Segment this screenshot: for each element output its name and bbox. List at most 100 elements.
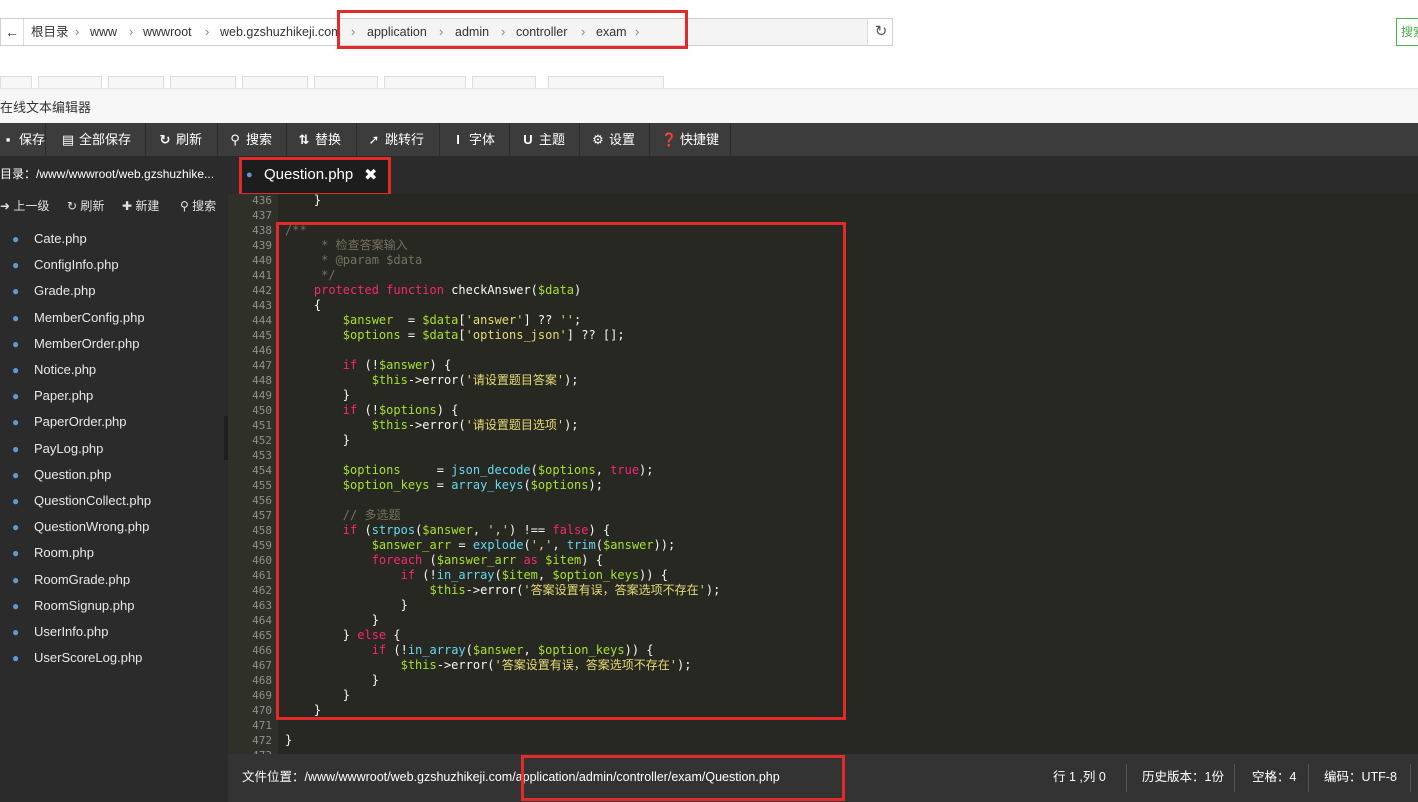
line-number: 452 — [252, 434, 272, 447]
shortcuts-button[interactable]: ❓ 快捷键 — [661, 123, 731, 156]
file-item[interactable]: ● PaperOrder.php — [12, 409, 127, 435]
status-divider — [1234, 764, 1235, 792]
line-number: 438 — [252, 224, 272, 237]
file-item[interactable]: ● ConfigInfo.php — [12, 252, 119, 278]
history-versions[interactable]: 历史版本：1份 — [1142, 754, 1224, 802]
line-number: 472 — [252, 734, 272, 747]
save-button[interactable]: ▪ 保存 — [0, 123, 46, 156]
gear-icon: ⚙ — [592, 132, 604, 147]
line-number: 460 — [252, 554, 272, 567]
font-button[interactable]: I 字体 — [450, 123, 510, 156]
file-item[interactable]: ● Grade.php — [12, 278, 95, 304]
file-name: Cate.php — [34, 231, 87, 246]
goto-icon: ➚ — [368, 132, 380, 147]
line-number: 450 — [252, 404, 272, 417]
sidebar-actions: ➜ 上一级 ↻ 刷新 ✚ 新建 ⚲ 搜索 — [0, 194, 228, 218]
line-number: 458 — [252, 524, 272, 537]
file-name: UserInfo.php — [34, 624, 109, 639]
file-name: RoomSignup.php — [34, 597, 135, 613]
search-icon: ⚲ — [180, 199, 189, 213]
theme-icon: U — [523, 132, 533, 147]
file-name: Room.php — [34, 545, 94, 561]
line-number: 470 — [252, 704, 272, 717]
file-item[interactable]: ● Question.php — [12, 462, 111, 488]
replace-icon: ⇅ — [298, 132, 310, 147]
file-name: ConfigInfo.php — [34, 257, 119, 273]
line-number: 453 — [252, 449, 272, 462]
file-name: MemberOrder.php — [34, 335, 140, 351]
editor-title: 在线文本编辑器 — [0, 100, 92, 115]
breadcrumb-www[interactable]: www — [90, 19, 117, 45]
highlight-tab-box — [239, 157, 391, 196]
refresh-icon[interactable]: ↻ — [867, 19, 894, 45]
file-item[interactable]: ● Room.php — [12, 540, 94, 566]
php-file-icon: ● — [12, 258, 20, 273]
file-item[interactable]: ● QuestionCollect.php — [12, 488, 151, 514]
line-number: 442 — [252, 284, 272, 297]
file-item[interactable]: ● MemberConfig.php — [12, 305, 145, 331]
file-item[interactable]: ● UserInfo.php — [12, 619, 108, 645]
theme-button[interactable]: U 主题 — [520, 123, 580, 156]
code-line: } — [285, 733, 293, 747]
file-item[interactable]: ● MemberOrder.php — [12, 331, 140, 357]
file-tree-sidebar: 目录：/www/wwwroot/web.gzshuzhike... ➜ 上一级 … — [0, 156, 228, 802]
file-item[interactable]: ● RoomSignup.php — [12, 593, 134, 619]
line-number: 463 — [252, 599, 272, 612]
file-item[interactable]: ● PayLog.php — [12, 436, 103, 462]
breadcrumb-site[interactable]: web.gzshuzhikeji.com — [220, 19, 338, 45]
file-item[interactable]: ● UserScoreLog.php — [12, 645, 142, 671]
file-item[interactable]: ● Paper.php — [12, 383, 93, 409]
line-number: 443 — [252, 299, 272, 312]
go-up-button[interactable]: ➜ 上一级 — [0, 194, 49, 218]
new-file-button[interactable]: ✚ 新建 — [122, 194, 159, 218]
file-item[interactable]: ● Notice.php — [12, 357, 96, 383]
back-arrow-icon[interactable]: ← — [1, 19, 24, 45]
php-file-icon: ● — [12, 415, 20, 430]
php-file-icon: ● — [12, 651, 20, 666]
file-item[interactable]: ● Cate.php — [12, 226, 87, 252]
line-number: 454 — [252, 464, 272, 477]
search-button[interactable]: 搜索 — [1396, 18, 1418, 46]
php-file-icon: ● — [12, 284, 20, 299]
line-number: 440 — [252, 254, 272, 267]
line-number: 462 — [252, 584, 272, 597]
line-number: 448 — [252, 374, 272, 387]
php-file-icon: ● — [12, 572, 20, 587]
theme-label: 主题 — [539, 132, 566, 147]
php-file-icon: ● — [12, 494, 20, 508]
question-icon: ❓ — [661, 132, 678, 147]
replace-button[interactable]: ⇅ 替换 — [296, 123, 357, 156]
refresh-button[interactable]: ↻ 刷新 — [157, 123, 218, 156]
php-file-icon: ● — [12, 232, 20, 246]
go-up-label: 上一级 — [13, 199, 50, 213]
line-number: 471 — [252, 719, 272, 732]
php-file-icon: ● — [12, 363, 20, 377]
line-number: 456 — [252, 494, 272, 507]
sidebar-refresh-button[interactable]: ↻ 刷新 — [67, 194, 104, 218]
line-number: 465 — [252, 629, 272, 642]
line-number: 446 — [252, 344, 272, 357]
line-number: 464 — [252, 614, 272, 627]
line-number: 436 — [252, 194, 272, 207]
breadcrumb-root[interactable]: 根目录 — [31, 19, 69, 45]
sidebar-search-button[interactable]: ⚲ 搜索 — [180, 194, 216, 218]
arrow-up-icon: ➜ — [0, 199, 11, 213]
save-all-button[interactable]: ▤ 全部保存 — [60, 123, 146, 156]
indent-setting[interactable]: 空格：4 — [1252, 754, 1296, 802]
settings-label: 设置 — [609, 132, 636, 147]
php-file-icon: ● — [12, 546, 20, 561]
php-file-icon: ● — [12, 389, 20, 404]
search-button[interactable]: ⚲ 搜索 — [227, 123, 287, 156]
file-item[interactable]: ● QuestionWrong.php — [12, 514, 149, 540]
line-number: 447 — [252, 359, 272, 372]
line-number: 445 — [252, 329, 272, 342]
encoding-setting[interactable]: 编码：UTF-8 — [1324, 754, 1397, 802]
settings-button[interactable]: ⚙ 设置 — [590, 123, 650, 156]
php-file-icon: ● — [12, 520, 20, 535]
editor-title-bar: 在线文本编辑器 — [0, 88, 1418, 123]
breadcrumb-wwwroot[interactable]: wwwroot — [143, 19, 192, 45]
line-number: 439 — [252, 239, 272, 252]
goto-line-button[interactable]: ➚ 跳转行 — [366, 123, 440, 156]
file-item[interactable]: ● RoomGrade.php — [12, 567, 130, 593]
chevron-right-icon: › — [75, 24, 80, 39]
